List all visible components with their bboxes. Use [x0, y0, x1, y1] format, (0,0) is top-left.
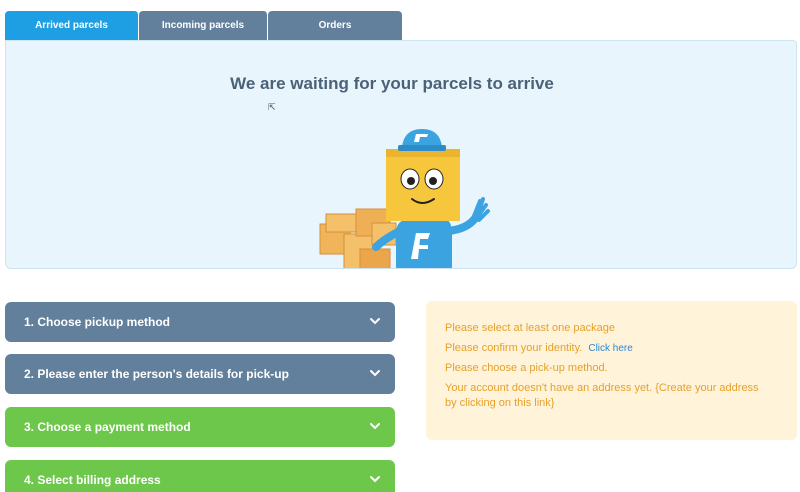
step-enter-pickup-person-details[interactable]: 2. Please enter the person's details for… [5, 354, 395, 394]
step-2-label: 2. Please enter the person's details for… [24, 367, 289, 381]
chevron-down-icon [370, 476, 380, 483]
tab-bar: Arrived parcels Incoming parcels Orders [5, 11, 402, 40]
tab-orders[interactable]: Orders [268, 11, 402, 40]
empty-state-panel: We are waiting for your parcels to arriv… [5, 40, 797, 269]
chevron-down-icon [370, 318, 380, 325]
step-choose-pickup-method[interactable]: 1. Choose pickup method [5, 302, 395, 342]
notice-no-address-link[interactable]: Your account doesn't have an address yet… [445, 381, 765, 411]
validation-notice: Please select at least one package Pleas… [426, 301, 797, 440]
notice-select-package: Please select at least one package [445, 322, 616, 334]
tab-arrived-parcels[interactable]: Arrived parcels [5, 11, 139, 40]
step-choose-payment-method[interactable]: 3. Choose a payment method [5, 407, 395, 447]
notice-confirm-identity-row: Please confirm your identity. Click here [445, 341, 778, 361]
chevron-down-icon [370, 423, 380, 430]
empty-state-title: We are waiting for your parcels to arriv… [230, 74, 554, 93]
step-select-billing-address[interactable]: 4. Select billing address [5, 460, 395, 492]
chevron-down-icon [370, 370, 380, 377]
click-here-link[interactable]: Click here [588, 343, 632, 354]
delivery-mascot-illustration [319, 129, 490, 268]
notice-pickup-method: Please choose a pick-up method. [445, 362, 608, 374]
notice-confirm-identity: Please confirm your identity. [445, 342, 583, 354]
step-3-label: 3. Choose a payment method [24, 420, 191, 434]
mouse-cursor-icon: ⇱ [268, 102, 276, 112]
step-4-label: 4. Select billing address [24, 473, 161, 487]
step-1-label: 1. Choose pickup method [24, 315, 171, 329]
tab-incoming-parcels[interactable]: Incoming parcels [139, 11, 268, 40]
